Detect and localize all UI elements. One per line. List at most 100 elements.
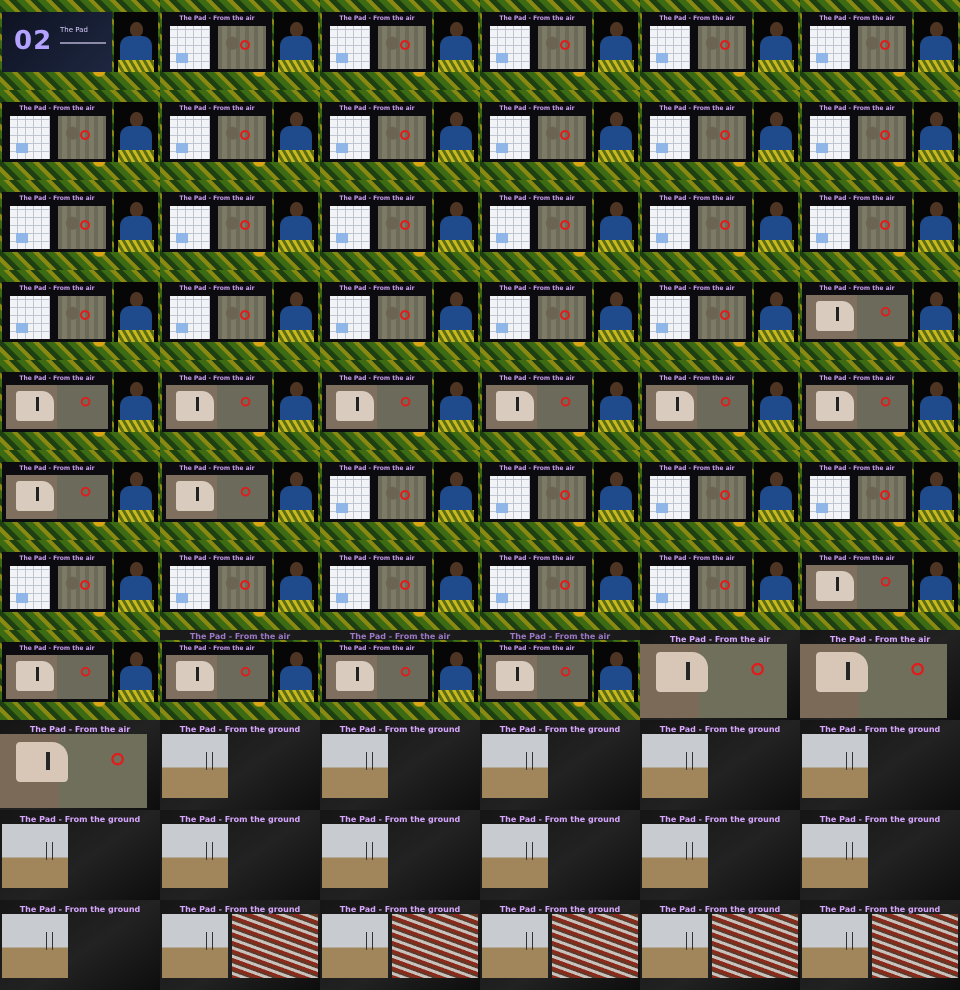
video-frame-thumbnail[interactable]: The Pad - From the ground [480, 810, 640, 900]
video-frame-thumbnail[interactable]: The Pad - From the air [480, 180, 640, 270]
video-frame-thumbnail[interactable]: The Pad - From the ground [640, 810, 800, 900]
speaker-video [114, 462, 158, 522]
video-frame-thumbnail[interactable]: The Pad - From the air [160, 0, 320, 90]
street-map-image [490, 116, 530, 159]
video-frame-thumbnail[interactable]: The Pad - From the ground [320, 810, 480, 900]
video-frame-thumbnail[interactable]: The Pad - From the air [320, 90, 480, 180]
video-frame-thumbnail[interactable]: The Pad - From the ground [800, 720, 960, 810]
slide-panel: The Pad - From the air [642, 282, 752, 342]
video-frame-thumbnail[interactable]: The Pad - From the air [0, 180, 160, 270]
video-frame-thumbnail[interactable]: The Pad - From the air [480, 540, 640, 630]
speaker-video [274, 642, 318, 702]
video-frame-thumbnail[interactable]: The Pad - From the air [640, 270, 800, 360]
slide-title: The Pad - From the air [819, 375, 895, 382]
video-frame-thumbnail[interactable]: The Pad - From the air [800, 0, 960, 90]
video-frame-thumbnail[interactable]: The Pad - From the air [320, 360, 480, 450]
video-frame-thumbnail[interactable]: The Pad - From the air [160, 540, 320, 630]
video-frame-thumbnail[interactable]: The Pad - From the air [320, 270, 480, 360]
speaker-body [600, 216, 632, 242]
video-frame-thumbnail[interactable]: The Pad - From the air [640, 630, 800, 720]
video-frame-thumbnail[interactable]: The Pad - From the air [320, 180, 480, 270]
video-frame-thumbnail[interactable]: The Pad - From the air [320, 450, 480, 540]
speaker-head [290, 112, 303, 127]
video-frame-thumbnail[interactable]: The Pad - From the ground [0, 900, 160, 990]
video-frame-thumbnail[interactable]: The Pad - From the air [0, 90, 160, 180]
video-frame-thumbnail[interactable]: The Pad - From the ground [160, 810, 320, 900]
video-frame-thumbnail[interactable]: The Pad - From the air [320, 540, 480, 630]
video-frame-thumbnail[interactable]: The Pad - From the air [480, 450, 640, 540]
speaker-body [280, 126, 312, 152]
video-frame-thumbnail[interactable]: The Pad - From the air [160, 90, 320, 180]
video-frame-thumbnail[interactable]: The Pad - From the air The Pad - From the… [480, 630, 640, 720]
speaker-video [434, 642, 478, 702]
video-frame-thumbnail[interactable]: The Pad - From the ground [160, 900, 320, 990]
pad-aerial-image [6, 655, 108, 699]
video-frame-thumbnail[interactable]: 02 The Pad [0, 0, 160, 90]
video-frame-thumbnail[interactable]: The Pad - From the air [800, 450, 960, 540]
podium [598, 240, 634, 252]
satellite-map-image [858, 26, 906, 69]
video-frame-thumbnail[interactable]: The Pad - From the air [480, 90, 640, 180]
video-frame-thumbnail[interactable]: The Pad - From the air [800, 540, 960, 630]
video-frame-thumbnail[interactable]: The Pad - From the air [160, 450, 320, 540]
video-frame-thumbnail[interactable]: The Pad - From the air [0, 540, 160, 630]
satellite-map-image [378, 476, 426, 519]
speaker-body [280, 666, 312, 692]
video-frame-thumbnail[interactable]: The Pad - From the air [0, 450, 160, 540]
video-frame-thumbnail[interactable]: The Pad - From the air [0, 360, 160, 450]
ground-photo [322, 914, 388, 978]
video-frame-thumbnail[interactable]: The Pad - From the air The Pad - From the… [320, 630, 480, 720]
video-frame-thumbnail[interactable]: The Pad - From the air [800, 630, 960, 720]
video-frame-thumbnail[interactable]: The Pad - From the air [0, 630, 160, 720]
video-frame-thumbnail[interactable]: The Pad - From the ground [640, 900, 800, 990]
speaker-video [434, 192, 478, 252]
video-frame-thumbnail[interactable]: The Pad - From the air [640, 180, 800, 270]
pad-aerial-image [326, 385, 428, 429]
slide-panel: The Pad - From the air [482, 642, 592, 702]
video-frame-thumbnail[interactable]: The Pad - From the air [160, 270, 320, 360]
video-frame-thumbnail[interactable]: The Pad - From the air [320, 0, 480, 90]
video-frame-thumbnail[interactable]: The Pad - From the air [480, 360, 640, 450]
podium [438, 330, 474, 342]
speaker-body [920, 126, 952, 152]
speaker-body [120, 216, 152, 242]
video-frame-thumbnail[interactable]: The Pad - From the air [0, 720, 160, 810]
video-frame-thumbnail[interactable]: The Pad - From the ground [0, 810, 160, 900]
speaker-head [610, 472, 623, 487]
slide-panel: The Pad - From the air [2, 102, 112, 162]
video-frame-thumbnail[interactable]: The Pad - From the air [800, 360, 960, 450]
video-frame-thumbnail[interactable]: The Pad - From the air [480, 270, 640, 360]
video-frame-thumbnail[interactable]: The Pad - From the air [640, 360, 800, 450]
slide-title: The Pad - From the ground [819, 815, 941, 824]
slide-panel: The Pad - From the air [642, 372, 752, 432]
video-frame-thumbnail[interactable]: The Pad - From the ground [320, 720, 480, 810]
slide-title: The Pad - From the air [659, 15, 735, 22]
video-frame-thumbnail[interactable]: The Pad - From the air [640, 90, 800, 180]
video-frame-thumbnail[interactable]: The Pad - From the ground [800, 900, 960, 990]
video-frame-thumbnail[interactable]: The Pad - From the ground [480, 900, 640, 990]
speaker-body [440, 396, 472, 422]
video-frame-thumbnail[interactable]: The Pad - From the air The Pad - From the… [160, 630, 320, 720]
slide-panel: The Pad - From the air [802, 552, 912, 612]
video-frame-thumbnail[interactable]: The Pad - From the air [160, 360, 320, 450]
slide-title: The Pad - From the ground [819, 905, 941, 914]
slide-title: The Pad - From the ground [659, 905, 781, 914]
video-frame-thumbnail[interactable]: The Pad - From the ground [480, 720, 640, 810]
video-frame-thumbnail[interactable]: The Pad - From the ground [800, 810, 960, 900]
video-frame-thumbnail[interactable]: The Pad - From the ground [160, 720, 320, 810]
video-frame-thumbnail[interactable]: The Pad - From the air [640, 450, 800, 540]
podium [918, 600, 954, 612]
video-frame-thumbnail[interactable]: The Pad - From the ground [320, 900, 480, 990]
speaker-head [770, 202, 783, 217]
video-frame-thumbnail[interactable]: The Pad - From the air [800, 90, 960, 180]
video-frame-thumbnail[interactable]: The Pad - From the air [800, 270, 960, 360]
video-frame-thumbnail[interactable]: The Pad - From the ground [640, 720, 800, 810]
video-frame-thumbnail[interactable]: The Pad - From the air [640, 0, 800, 90]
video-frame-thumbnail[interactable]: The Pad - From the air [480, 0, 640, 90]
video-frame-thumbnail[interactable]: The Pad - From the air [160, 180, 320, 270]
video-frame-thumbnail[interactable]: The Pad - From the air [640, 540, 800, 630]
slide-title: The Pad - From the air [179, 285, 255, 292]
video-frame-thumbnail[interactable]: The Pad - From the air [800, 180, 960, 270]
video-frame-thumbnail[interactable]: The Pad - From the air [0, 270, 160, 360]
slide-panel: The Pad - From the air [162, 552, 272, 612]
